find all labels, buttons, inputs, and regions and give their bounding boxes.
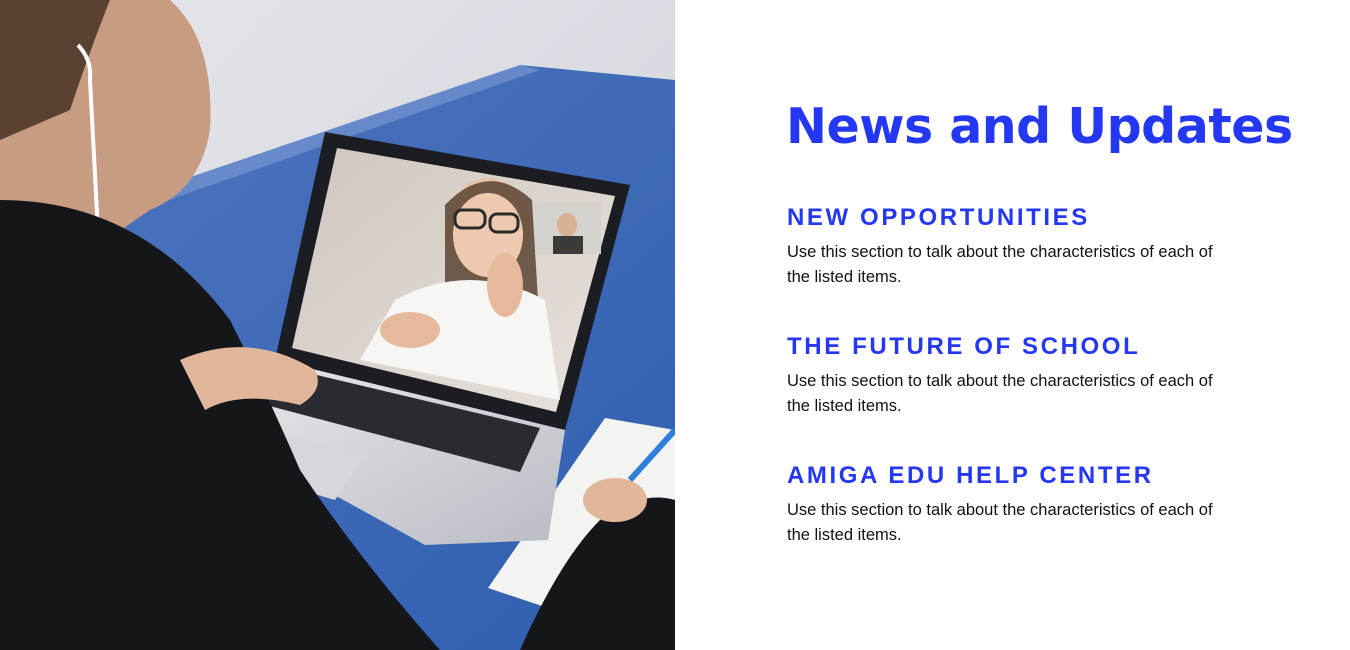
section-heading: THE FUTURE OF SCHOOL [787,333,1141,360]
section-heading: AMIGA EDU HELP CENTER [787,462,1154,489]
section-help-center: AMIGA EDU HELP CENTER Use this section t… [787,462,1247,548]
slide: News and Updates NEW OPPORTUNITIES Use t… [0,0,1350,650]
page-title: News and Updates [786,98,1293,155]
content-panel: News and Updates NEW OPPORTUNITIES Use t… [675,0,1350,650]
photo-illustration [0,0,675,650]
section-body: Use this section to talk about the chara… [787,243,1213,286]
section-future-of-school: THE FUTURE OF SCHOOL Use this section to… [787,333,1247,419]
section-body: Use this section to talk about the chara… [787,501,1213,544]
section-heading: NEW OPPORTUNITIES [787,204,1090,231]
video-call-photo [0,0,675,650]
section-new-opportunities: NEW OPPORTUNITIES Use this section to ta… [787,204,1247,290]
section-body: Use this section to talk about the chara… [787,372,1213,415]
